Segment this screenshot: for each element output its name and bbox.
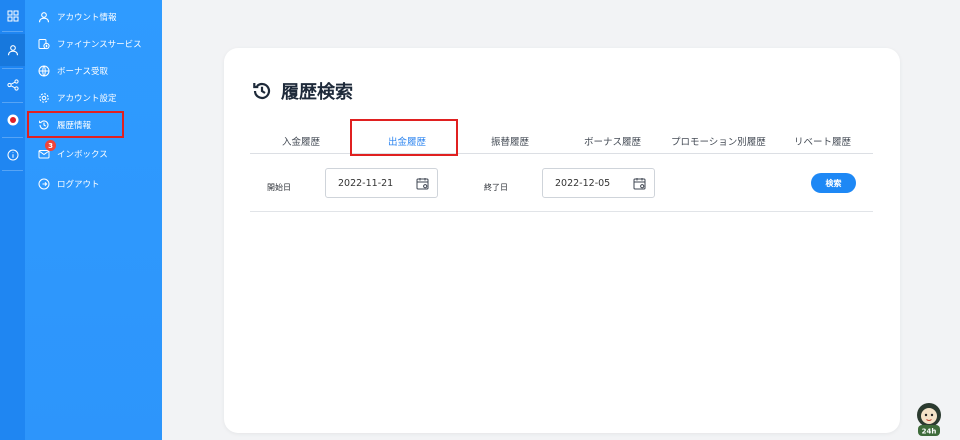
highlight-annotation: [350, 119, 458, 156]
rail-divider: [2, 102, 23, 103]
support-mascot-icon: 24h: [917, 403, 941, 436]
search-button[interactable]: 検索: [811, 173, 856, 193]
grid-icon[interactable]: [3, 6, 22, 25]
logout-icon: [37, 177, 51, 191]
sidebar-item-label: ログアウト: [57, 180, 100, 190]
rail-divider: [2, 137, 23, 138]
highlight-annotation: [27, 111, 124, 138]
sidebar-item-label: インボックス: [57, 150, 108, 160]
sidebar-item-finance[interactable]: ファイナンスサービス: [37, 35, 142, 53]
record-icon[interactable]: [3, 110, 22, 129]
bonus-icon: [37, 64, 51, 78]
start-date-label: 開始日: [267, 183, 291, 192]
end-date-label: 終了日: [484, 183, 508, 192]
history-icon: [253, 82, 271, 100]
tab-deposit-history[interactable]: 入金履歴: [282, 134, 320, 148]
tab-rebate-history[interactable]: リベート履歴: [794, 134, 851, 148]
icon-rail: [0, 0, 25, 440]
share-icon[interactable]: [3, 75, 22, 94]
inbox-count-badge: 3: [45, 140, 56, 151]
user-icon[interactable]: [3, 40, 22, 59]
sidebar-item-logout[interactable]: ログアウト: [37, 175, 100, 193]
sidebar-item-label: ボーナス受取: [57, 67, 109, 77]
page-title: 履歴検索: [281, 82, 353, 103]
rail-divider: [2, 31, 23, 32]
sidebar-item-label: アカウント設定: [57, 94, 117, 104]
page-header: 履歴検索: [251, 78, 353, 104]
info-icon[interactable]: [3, 145, 22, 164]
date-filter-row: 開始日 2022-11-21 終了日 2022-12-05 検索: [250, 154, 873, 212]
calendar-icon[interactable]: [633, 177, 646, 190]
start-date-value: 2022-11-21: [338, 177, 394, 189]
rail-divider: [2, 68, 23, 69]
sidebar-item-account-info[interactable]: アカウント情報: [37, 8, 117, 26]
sidebar: アカウント情報 ファイナンスサービス ボーナス受取 アカウント設定 履歴情報 イ…: [25, 0, 162, 440]
mascot-label: 24h: [922, 428, 937, 436]
support-mascot-button[interactable]: 24h: [912, 401, 946, 437]
user-icon: [37, 10, 51, 24]
calendar-icon[interactable]: [416, 177, 429, 190]
tab-bonus-history[interactable]: ボーナス履歴: [584, 134, 641, 148]
tab-promotion-history[interactable]: プロモーション別履歴: [671, 134, 766, 148]
finance-icon: [37, 37, 51, 51]
start-date-input[interactable]: 2022-11-21: [325, 168, 438, 198]
history-tabs: 入金履歴 出金履歴 振替履歴 ボーナス履歴 プロモーション別履歴 リベート履歴: [250, 130, 873, 154]
tab-transfer-history[interactable]: 振替履歴: [491, 134, 529, 148]
sidebar-item-label: ファイナンスサービス: [57, 40, 142, 50]
rail-divider: [2, 170, 23, 171]
end-date-value: 2022-12-05: [555, 177, 611, 189]
sidebar-item-account-settings[interactable]: アカウント設定: [37, 89, 117, 107]
sidebar-item-label: アカウント情報: [57, 13, 117, 23]
history-search-card: 履歴検索 入金履歴 出金履歴 振替履歴 ボーナス履歴 プロモーション別履歴 リベ…: [224, 48, 900, 433]
end-date-input[interactable]: 2022-12-05: [542, 168, 655, 198]
gear-icon: [37, 91, 51, 105]
sidebar-item-bonus[interactable]: ボーナス受取: [37, 62, 108, 80]
